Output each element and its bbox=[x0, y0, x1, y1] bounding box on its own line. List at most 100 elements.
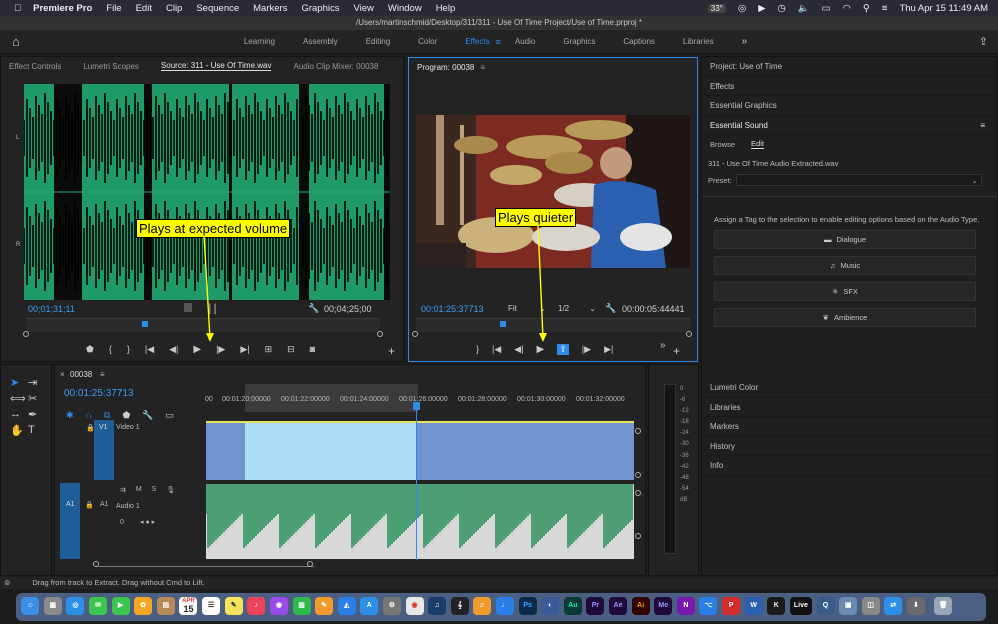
apple-icon[interactable]:  bbox=[14, 3, 21, 14]
sync-lock-icon[interactable]: ⇉ bbox=[120, 486, 126, 494]
hand-tool-icon[interactable]: ✋ bbox=[10, 424, 28, 437]
workspace-captions[interactable]: Captions bbox=[623, 37, 655, 46]
program-zoom-right-handle[interactable] bbox=[686, 331, 692, 337]
history-tab[interactable]: History bbox=[702, 437, 997, 456]
video-track-end-handle-2[interactable] bbox=[635, 472, 641, 478]
trash-icon[interactable]: 🗑 bbox=[934, 597, 953, 615]
share-icon[interactable]: ⇪ bbox=[979, 35, 988, 48]
pages-icon[interactable]: ✎ bbox=[315, 597, 334, 615]
essential-sound-header[interactable]: Essential Sound ≡ bbox=[702, 116, 997, 135]
facetime-icon[interactable]: ▶ bbox=[111, 597, 130, 615]
control-center-icon[interactable]: ≡ bbox=[882, 3, 888, 14]
settings-wrench-icon[interactable]: 🔧 bbox=[605, 303, 616, 314]
illustrator-icon[interactable]: Ai bbox=[631, 597, 650, 615]
tab-lumetri-scopes[interactable]: Lumetri Scopes bbox=[83, 62, 139, 71]
mark-in-icon[interactable]: { bbox=[109, 344, 112, 355]
step-forward-icon[interactable]: |▶ bbox=[582, 344, 591, 355]
music-app-icon[interactable]: ♪ bbox=[247, 597, 266, 615]
battery-icon[interactable]: ▭ bbox=[822, 3, 831, 14]
step-back-icon[interactable]: ◀| bbox=[169, 344, 178, 355]
program-title[interactable]: Program: 00038 bbox=[417, 63, 474, 72]
workspace-graphics[interactable]: Graphics bbox=[563, 37, 595, 46]
lumetri-color-tab[interactable]: Lumetri Color bbox=[702, 378, 997, 398]
photoshop-icon[interactable]: Ps bbox=[518, 597, 537, 615]
screenshot-icon[interactable]: ◫ bbox=[861, 597, 880, 615]
go-to-in-icon[interactable]: |◀ bbox=[492, 344, 501, 355]
program-add-button-icon[interactable]: + bbox=[673, 344, 680, 358]
search-icon[interactable]: ⚲ bbox=[863, 3, 870, 14]
video-track-end-handle[interactable] bbox=[635, 428, 641, 434]
time-ruler[interactable]: 00 00:01:20:00000 00:01:22:00000 00:01:2… bbox=[205, 384, 635, 412]
temperature-badge[interactable]: 33° bbox=[707, 3, 726, 13]
menu-clip[interactable]: Clip bbox=[166, 3, 182, 14]
home-icon[interactable]: ⌂ bbox=[12, 34, 20, 49]
add-marker-icon[interactable]: ⬟ bbox=[86, 344, 94, 355]
step-forward-icon[interactable]: |▶ bbox=[216, 344, 225, 355]
preview-icon[interactable]: ▣ bbox=[839, 597, 858, 615]
garageband-icon[interactable]: ♬ bbox=[473, 597, 492, 615]
workspace-audio[interactable]: Audio bbox=[515, 37, 535, 46]
effects-panel-tab[interactable]: Effects bbox=[702, 77, 997, 96]
nest-icon[interactable]: ✱ bbox=[66, 410, 74, 421]
insert-icon[interactable]: ⊞ bbox=[265, 344, 273, 355]
preset-dropdown[interactable]: ⌄ bbox=[735, 174, 982, 186]
menu-edit[interactable]: Edit bbox=[136, 3, 152, 14]
essential-graphics-tab[interactable]: Essential Graphics bbox=[702, 96, 997, 116]
ripple-edit-tool-icon[interactable]: ⟺ bbox=[10, 392, 28, 405]
numbers-icon[interactable]: ▥ bbox=[292, 597, 311, 615]
v1-lock-icon[interactable]: 🔒 bbox=[86, 424, 95, 432]
more-workspaces-icon[interactable]: » bbox=[742, 36, 748, 47]
clock[interactable]: Thu Apr 15 11:49 AM bbox=[899, 3, 988, 14]
timeline-timecode[interactable]: 00:01:25:37713 bbox=[64, 388, 134, 399]
audio-track-end-handle-2[interactable] bbox=[635, 533, 641, 539]
playhead-marker[interactable] bbox=[142, 321, 148, 327]
loop-playback-icon[interactable]: ⇪ bbox=[557, 344, 569, 355]
menu-sequence[interactable]: Sequence bbox=[196, 3, 239, 14]
workspace-effects[interactable]: Effects bbox=[465, 37, 489, 46]
track-select-tool-icon[interactable]: ⇥ bbox=[28, 376, 46, 389]
zoom-right-handle[interactable] bbox=[377, 331, 383, 337]
workspace-menu-icon[interactable]: ≡ bbox=[496, 37, 501, 47]
selection-tool-icon[interactable]: ➤ bbox=[10, 376, 28, 389]
sequence-menu-icon[interactable]: ≡ bbox=[100, 370, 105, 379]
menu-file[interactable]: File bbox=[106, 3, 121, 14]
timeline-scrollbar[interactable] bbox=[96, 561, 314, 567]
system-preferences-icon[interactable]: ⚙ bbox=[382, 597, 401, 615]
drag-audio-icon[interactable]: ┃┃ bbox=[207, 304, 218, 315]
timeline-zoom-left-handle[interactable] bbox=[93, 561, 99, 567]
launchpad-icon[interactable]: ▦ bbox=[43, 597, 62, 615]
sfx-tag-button[interactable]: ✳ SFX bbox=[714, 282, 976, 301]
export-frame-icon[interactable]: ◙ bbox=[310, 344, 315, 355]
play-icon[interactable]: ▶ bbox=[758, 3, 765, 14]
zoom-left-handle[interactable] bbox=[23, 331, 29, 337]
workspace-libraries[interactable]: Libraries bbox=[683, 37, 714, 46]
safari-icon[interactable]: ◎ bbox=[66, 597, 85, 615]
wifi-icon[interactable]: ◠ bbox=[843, 3, 851, 14]
tab-effect-controls[interactable]: Effect Controls bbox=[9, 62, 61, 71]
a1-source-patch[interactable] bbox=[60, 483, 80, 559]
workspace-assembly[interactable]: Assembly bbox=[303, 37, 338, 46]
vpn-icon[interactable]: ⌥ bbox=[699, 597, 718, 615]
workspace-editing[interactable]: Editing bbox=[366, 37, 390, 46]
wrench-icon[interactable]: 🔧 bbox=[308, 303, 319, 314]
timeline-settings-wrench-icon[interactable]: 🔧 bbox=[142, 410, 153, 421]
fit-dropdown[interactable]: Fit ⌄ bbox=[506, 302, 546, 315]
solo-button[interactable]: S bbox=[152, 486, 157, 494]
program-timecode[interactable]: 00:01:25:37713 bbox=[421, 304, 484, 314]
program-zoom-left-handle[interactable] bbox=[412, 331, 418, 337]
panel-menu-icon[interactable]: ≡ bbox=[980, 116, 985, 135]
creative-cloud-icon[interactable]: ◎ bbox=[738, 3, 746, 14]
source-waveform[interactable] bbox=[24, 84, 390, 300]
tab-browse[interactable]: Browse bbox=[710, 140, 735, 149]
reminders-icon[interactable]: ☰ bbox=[202, 597, 221, 615]
kindle-icon[interactable]: K bbox=[767, 597, 786, 615]
snap-magnet-icon[interactable]: ∩ bbox=[86, 410, 92, 421]
podcasts-icon[interactable]: ◉ bbox=[269, 597, 288, 615]
mark-out-icon[interactable]: } bbox=[476, 344, 479, 355]
capo-icon[interactable]: ♩ bbox=[495, 597, 514, 615]
chrome-icon[interactable]: ◉ bbox=[405, 597, 424, 615]
guitar-app-icon[interactable]: 𝄞 bbox=[450, 597, 469, 615]
app-store-icon[interactable]: A bbox=[360, 597, 379, 615]
track-keyframe-nav-icon[interactable]: ◂ ● ▸ bbox=[140, 518, 155, 526]
markers-tab[interactable]: Markers bbox=[702, 417, 997, 437]
